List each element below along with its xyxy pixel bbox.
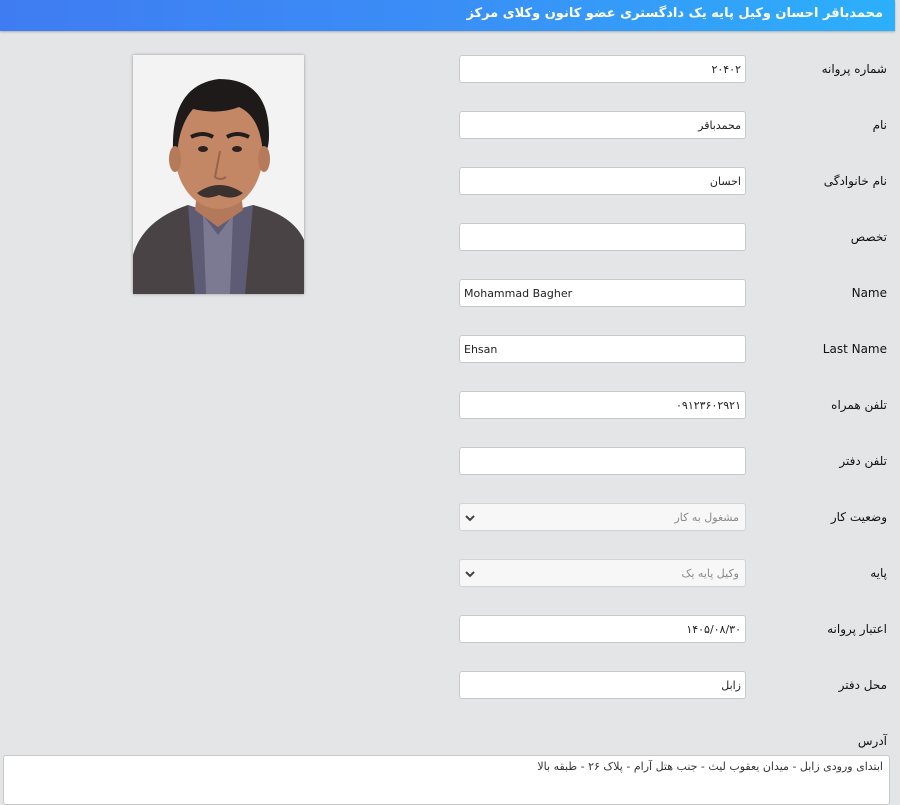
last-name-en-label: Last Name [822,342,887,356]
grade-select[interactable]: وکیل پایه یک [459,559,746,587]
license-number-input[interactable] [459,55,746,83]
page-header: محمدباقر احسان وکیل پایه یک دادگستری عضو… [0,0,895,31]
chevron-down-icon [465,571,475,578]
first-name-input[interactable] [459,111,746,139]
first-name-label: نام [872,118,887,132]
page-title: محمدباقر احسان وکیل پایه یک دادگستری عضو… [466,6,883,21]
address-label: آدرس [857,734,887,748]
work-status-value: مشغول به کار [674,511,739,524]
office-location-label: محل دفتر [838,678,887,692]
license-number-label: شماره پروانه [821,62,887,76]
grade-label: پایه [870,566,887,580]
mobile-input[interactable] [459,391,746,419]
address-textarea[interactable]: ابتدای ورودی زابل - میدان یعقوب لیث - جن… [3,755,890,805]
office-phone-label: تلفن دفتر [839,454,887,468]
last-name-input[interactable] [459,167,746,195]
name-en-input[interactable] [459,279,746,307]
work-status-select[interactable]: مشغول به کار [459,503,746,531]
chevron-down-icon [465,515,475,522]
office-phone-input[interactable] [459,447,746,475]
office-location-input[interactable] [459,671,746,699]
grade-value: وکیل پایه یک [681,567,739,580]
work-status-label: وضعیت کار [830,510,887,524]
specialty-label: تخصص [850,230,887,244]
license-validity-input[interactable] [459,615,746,643]
lawyer-photo [133,55,304,294]
specialty-input[interactable] [459,223,746,251]
last-name-en-input[interactable] [459,335,746,363]
license-validity-label: اعتبار پروانه [827,622,887,636]
name-en-label: Name [851,286,887,300]
last-name-label: نام خانوادگی [823,174,887,188]
mobile-label: تلفن همراه [831,398,887,412]
